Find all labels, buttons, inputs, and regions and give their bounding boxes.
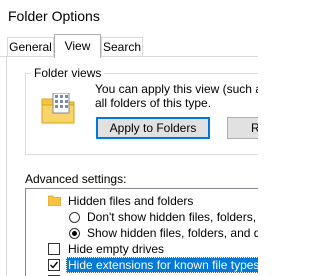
folder-icon — [48, 195, 61, 206]
description-line-2: all folders of this type. — [95, 96, 212, 110]
title-bar[interactable]: Folder Options — [0, 0, 258, 33]
tab-search[interactable]: Search — [101, 37, 143, 57]
description-line-1: You can apply this view (such as D — [95, 82, 258, 96]
folder-options-window: Folder Options General View Search Folde… — [0, 0, 258, 276]
list-item-label: Show hidden files, folders, and drives — [87, 226, 258, 240]
tab-view[interactable]: View — [54, 34, 101, 58]
window-title: Folder Options — [8, 8, 100, 24]
advanced-settings-label: Advanced settings: — [25, 172, 127, 186]
list-item-label: Hide empty drives — [68, 242, 165, 256]
folder-views-description: You can apply this view (such as D all f… — [95, 82, 258, 110]
checkbox-checked[interactable] — [48, 259, 60, 271]
tab-search-label: Search — [102, 40, 142, 54]
checkmark-icon — [50, 261, 59, 269]
tab-general[interactable]: General — [7, 37, 54, 57]
folder-views-label: Folder views — [31, 66, 105, 80]
tab-panel-border — [0, 56, 258, 57]
tab-panel-edge — [6, 56, 7, 276]
tab-view-label: View — [64, 39, 91, 53]
checkbox[interactable] — [48, 243, 60, 255]
tab-general-label: General — [9, 40, 52, 54]
apply-to-folders-button[interactable]: Apply to Folders — [96, 117, 210, 139]
list-item-label-selected: Hide extensions for known file types — [66, 257, 258, 273]
advanced-settings-list[interactable]: Hidden files and folders Don't show hidd… — [25, 188, 258, 276]
list-item-label: Don't show hidden files, folders, or dr — [87, 210, 258, 224]
radio-button-selected[interactable] — [69, 228, 80, 239]
radio-button[interactable] — [69, 212, 80, 223]
reset-folders-button[interactable]: R — [227, 117, 258, 139]
folder-views-icon — [41, 93, 75, 124]
list-item-label: Hidden files and folders — [68, 194, 194, 208]
